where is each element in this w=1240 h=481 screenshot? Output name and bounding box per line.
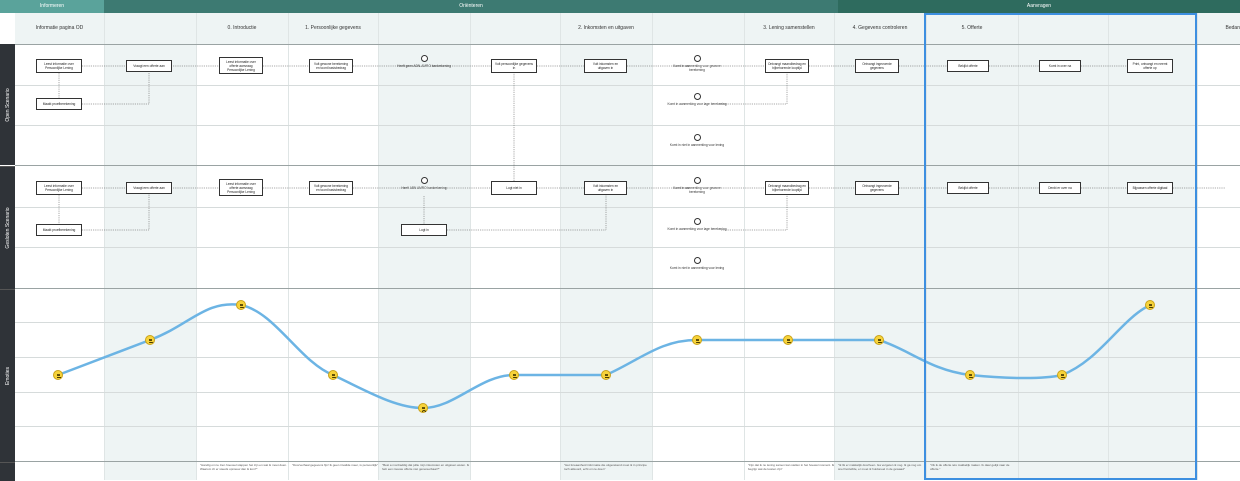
emotion-happy-icon (509, 370, 519, 380)
emotion-happy-icon (328, 370, 338, 380)
quote-text: "Fijn dat ik nu lening samen kan stellen… (748, 463, 835, 471)
emotion-happy-icon (965, 370, 975, 380)
emotion-happy-icon (236, 300, 246, 310)
emotion-happy-icon (692, 335, 702, 345)
quote-text: "Ik lik er makkelijk doorheen. Ga verget… (838, 463, 922, 471)
emotion-neutral-icon (601, 370, 611, 380)
emotion-curve (56, 303, 1152, 410)
emotion-neutral-icon (53, 370, 63, 380)
emotion-happy-icon (1057, 370, 1067, 380)
quote-text: "Het foreaanheid informatie die uitgerek… (564, 463, 647, 471)
quote-text: "Best a monhaddig dat jullie mijn inkoms… (382, 463, 470, 471)
emotion-happy-icon (1145, 300, 1155, 310)
quote-text: "Doorverhaal gegevens fijn! Ik geen inva… (292, 463, 379, 467)
quote-text: "Ok ik de offerte iets makkelijk maken. … (930, 463, 1010, 471)
quote-text: "Handig om te zien hoeveel stappen het z… (200, 463, 287, 471)
emotion-sad-icon (418, 403, 428, 413)
emotion-happy-icon (874, 335, 884, 345)
emotion-happy-icon (783, 335, 793, 345)
emotion-happy-icon (145, 335, 155, 345)
